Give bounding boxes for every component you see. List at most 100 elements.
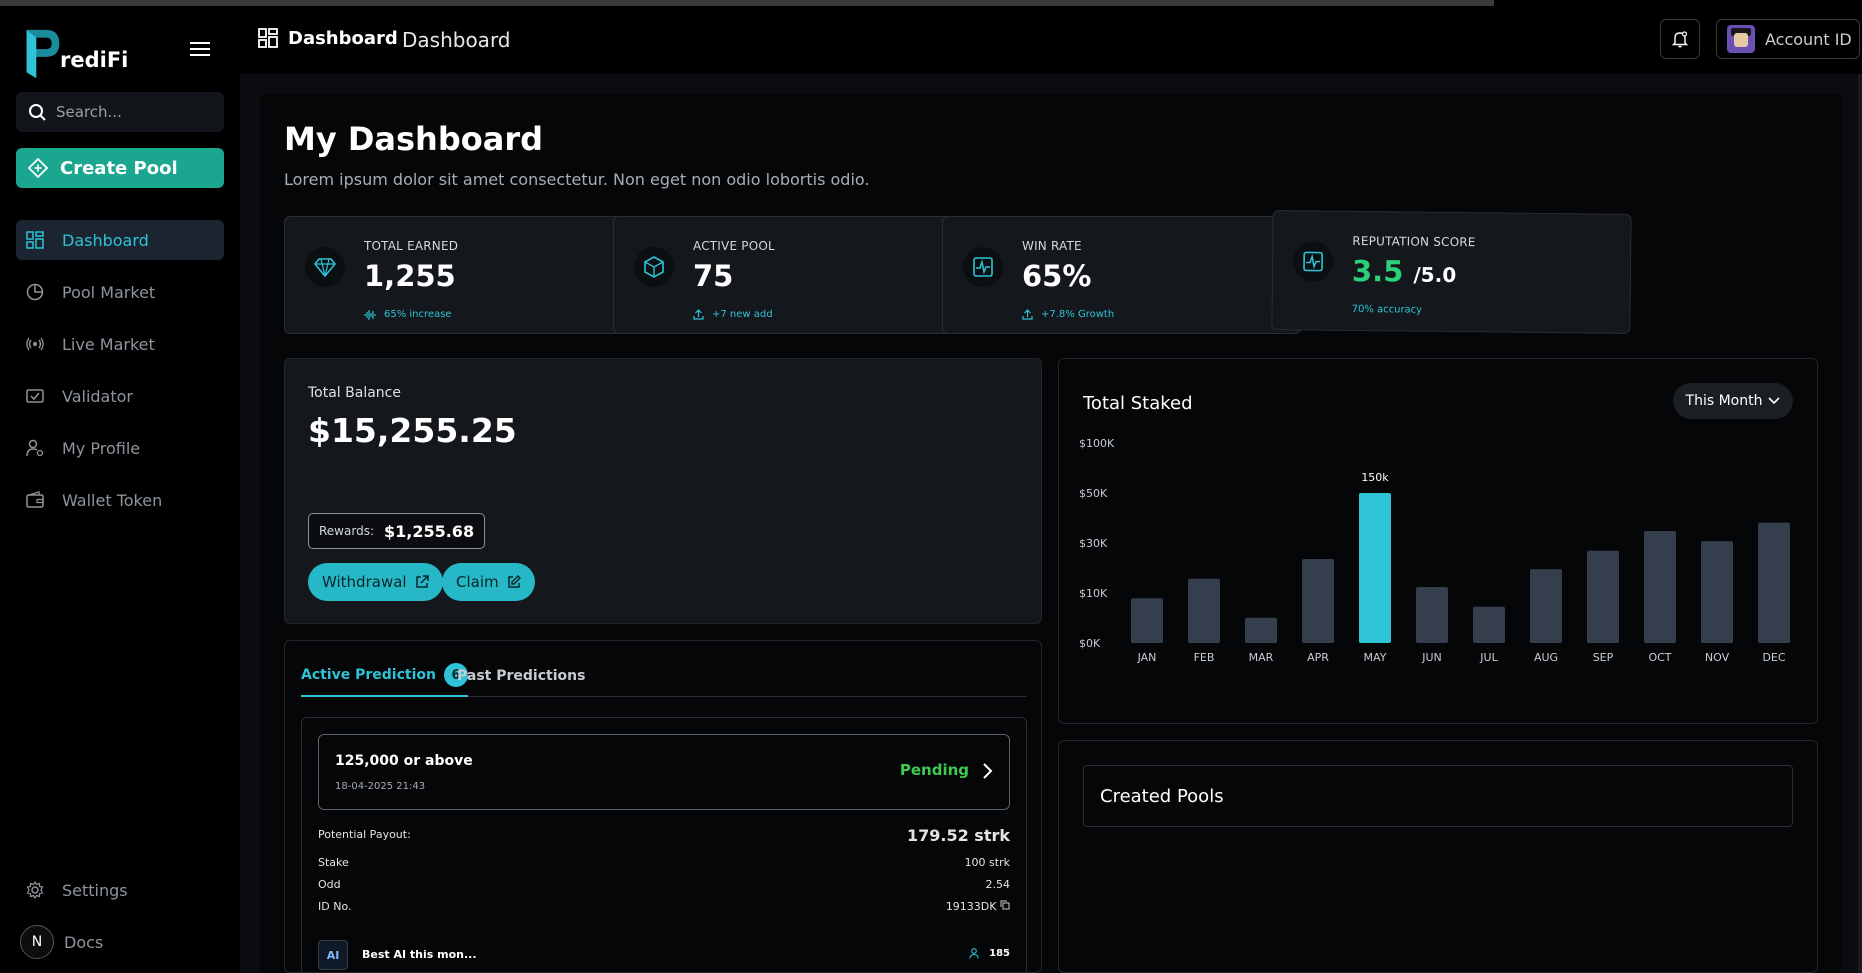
- logo-mark-icon: [26, 29, 60, 79]
- dashboard-icon: [258, 28, 278, 48]
- odd-row: Odd 2.54: [318, 878, 1010, 891]
- sidebar-item-wallet-token[interactable]: Wallet Token: [16, 480, 224, 520]
- stat-sub-text: +7.8% Growth: [1041, 309, 1115, 320]
- x-tick-label: JAN: [1137, 651, 1157, 664]
- ai-pool-title: Best AI this mon...: [362, 948, 477, 961]
- x-tick-label: OCT: [1648, 651, 1671, 664]
- id-value: 19133DK: [945, 900, 997, 913]
- stat-sub: +7.8% Growth: [1022, 309, 1114, 320]
- bell-icon: [1671, 31, 1689, 48]
- soundwave-icon: [364, 309, 376, 320]
- dashboard-icon: [26, 231, 44, 249]
- claim-label: Claim: [456, 573, 499, 591]
- search-icon: [29, 104, 46, 121]
- account-label: Account ID: [1765, 29, 1852, 49]
- prediction-title: 125,000 or above: [335, 753, 473, 769]
- bar-apr[interactable]: [1302, 559, 1334, 643]
- breadcrumb-primary[interactable]: Dashboard: [288, 28, 398, 49]
- total-staked-card: Total Staked This Month $0K $10K $30K $50K $…: [1058, 358, 1818, 724]
- page-scrollbar[interactable]: [1858, 74, 1862, 973]
- main-panel: My Dashboard Lorem ipsum dolor sit amet …: [240, 74, 1862, 973]
- sidebar-item-live-market[interactable]: Live Market: [16, 324, 224, 364]
- page-title: My Dashboard: [284, 120, 543, 158]
- status-badge: Pending: [899, 761, 969, 779]
- upload-icon: [1022, 309, 1033, 320]
- bar-jun[interactable]: [1416, 587, 1448, 643]
- copy-icon[interactable]: [1000, 900, 1010, 910]
- bar-oct[interactable]: [1644, 531, 1676, 643]
- balance-label: Total Balance: [308, 385, 401, 401]
- payout-label: Potential Payout:: [318, 828, 411, 841]
- sidebar-item-label: My Profile: [62, 438, 141, 458]
- bar-mar[interactable]: [1245, 617, 1277, 643]
- chevron-down-icon: [1768, 397, 1781, 405]
- sidebar-item-label: Docs: [64, 932, 104, 952]
- prediction-tabs: Active Prediction 6 Past Predictions: [301, 655, 1027, 697]
- tab-active-prediction[interactable]: Active Prediction 6: [301, 655, 468, 697]
- rewards-value: $1,255.68: [383, 521, 475, 541]
- search-input[interactable]: [56, 103, 206, 121]
- account-button[interactable]: Account ID: [1716, 19, 1860, 59]
- withdrawal-button[interactable]: Withdrawal: [308, 563, 443, 601]
- sidebar-item-docs[interactable]: N Docs: [16, 922, 224, 962]
- ai-pool-row[interactable]: AI Best AI this mon... 185: [318, 940, 1010, 970]
- stat-card-reputation-score: REPUTATION SCORE 3.5 /5.0 70% accuracy: [1271, 210, 1632, 334]
- reputation-score-denominator: /5.0: [1413, 262, 1457, 288]
- sidebar-item-settings[interactable]: Settings: [16, 870, 224, 910]
- stat-value: 1,255: [364, 259, 456, 293]
- sidebar-item-label: Settings: [62, 880, 128, 900]
- prediction-header[interactable]: 125,000 or above 18-04-2025 21:43 Pendin…: [318, 734, 1010, 810]
- chart-title: Total Staked: [1083, 393, 1193, 414]
- period-dropdown[interactable]: This Month: [1673, 383, 1793, 419]
- stake-row: Stake 100 strk: [318, 856, 1010, 869]
- search-box[interactable]: [16, 92, 224, 132]
- participants-count: 185: [969, 948, 1010, 959]
- stat-label: WIN RATE: [1022, 239, 1082, 253]
- x-tick-label: FEB: [1194, 651, 1215, 664]
- tab-past-predictions[interactable]: Past Predictions: [457, 668, 585, 684]
- sidebar-item-pool-market[interactable]: Pool Market: [16, 272, 224, 312]
- bar-nov[interactable]: [1701, 541, 1733, 643]
- bar-jul[interactable]: [1473, 606, 1505, 643]
- balance-value: $15,255.25: [308, 411, 517, 450]
- sidebar-item-my-profile[interactable]: My Profile: [16, 428, 224, 468]
- id-label: ID No.: [318, 900, 352, 913]
- app-logo[interactable]: rediFi: [22, 24, 132, 84]
- y-tick-label: $10K: [1079, 587, 1108, 600]
- create-pool-button[interactable]: Create Pool: [16, 148, 224, 188]
- sidebar-item-validator[interactable]: Validator: [16, 376, 224, 416]
- period-label: This Month: [1685, 393, 1763, 409]
- withdrawal-label: Withdrawal: [322, 573, 407, 591]
- bar-aug[interactable]: [1530, 569, 1562, 643]
- ai-badge-icon: AI: [318, 940, 348, 970]
- x-tick-label: SEP: [1593, 651, 1614, 664]
- stat-card-win-rate: WIN RATE 65% +7.8% Growth: [942, 216, 1301, 334]
- claim-button[interactable]: Claim: [442, 563, 535, 601]
- stake-label: Stake: [318, 856, 349, 869]
- bar-may[interactable]: [1359, 493, 1391, 643]
- sidebar-item-dashboard[interactable]: Dashboard: [16, 220, 224, 260]
- odd-value: 2.54: [985, 878, 1011, 891]
- stat-label: ACTIVE POOL: [693, 239, 775, 253]
- diamond-icon: [305, 247, 345, 287]
- broadcast-icon: [26, 337, 44, 351]
- dashboard-content: My Dashboard Lorem ipsum dolor sit amet …: [260, 94, 1842, 973]
- sidebar: rediFi Create Pool Dashboard Pool Market…: [0, 6, 240, 973]
- pie-chart-icon: [26, 283, 44, 301]
- stat-sub: +7 new add: [693, 309, 773, 320]
- bar-sep[interactable]: [1587, 550, 1619, 643]
- stat-label: REPUTATION SCORE: [1352, 233, 1476, 250]
- y-tick-label: $0K: [1079, 637, 1101, 650]
- notifications-button[interactable]: [1660, 19, 1700, 59]
- created-pools-card: Created Pools: [1058, 740, 1818, 973]
- created-pools-header: Created Pools: [1083, 765, 1793, 827]
- bar-dec[interactable]: [1758, 522, 1790, 643]
- bar-feb[interactable]: [1188, 578, 1220, 643]
- bar-jan[interactable]: [1131, 598, 1163, 643]
- menu-toggle-icon[interactable]: [190, 42, 210, 58]
- x-tick-label: APR: [1307, 651, 1329, 664]
- upload-icon: [693, 309, 704, 320]
- odd-label: Odd: [318, 878, 341, 891]
- activity-icon: [963, 247, 1003, 287]
- x-tick-label: AUG: [1534, 651, 1558, 664]
